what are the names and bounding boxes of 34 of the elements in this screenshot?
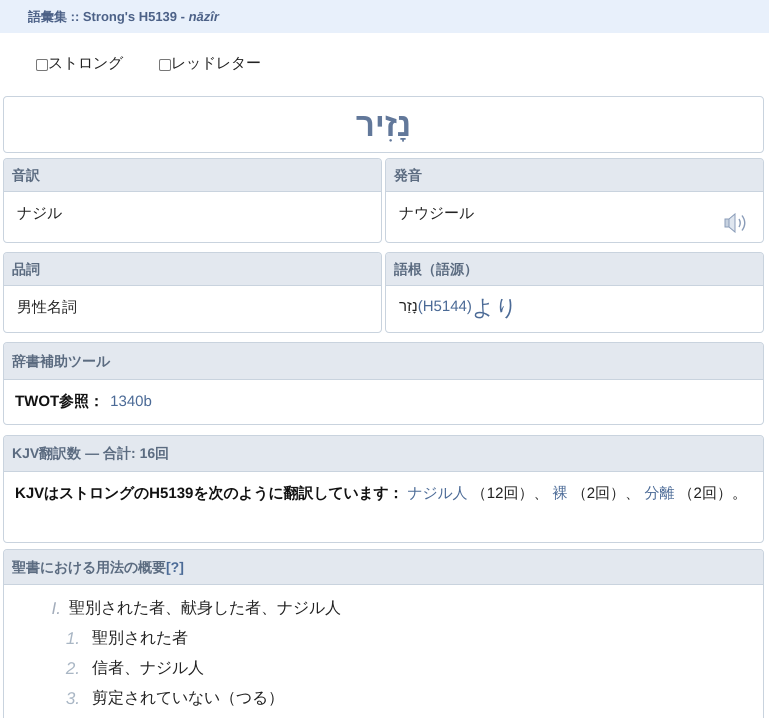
card-title: 語根（語源） — [394, 260, 478, 279]
outline-item: 聖別された者 — [92, 628, 188, 649]
help-link[interactable]: [?] — [166, 556, 184, 578]
root-suffix-link[interactable]: より — [472, 290, 518, 324]
hebrew-headword: נָזִיר — [356, 108, 412, 141]
card-title: 聖書における用法の概要 — [12, 558, 166, 577]
card-title: 品詞 — [12, 260, 40, 278]
twot-link[interactable]: 1340b — [110, 390, 152, 414]
checkbox-option[interactable]: ストロング — [36, 53, 123, 76]
card-value: 男性名詞 — [17, 298, 77, 318]
card-title: KJV翻訳数 — 合計: 16回 — [12, 444, 170, 463]
card-title: 辞書補助ツール — [12, 352, 110, 370]
checkbox[interactable] — [159, 58, 171, 70]
outline-marker: I. — [50, 598, 62, 620]
card-value: ナウジール — [399, 204, 474, 224]
card-title: 発音 — [394, 166, 422, 184]
twot-label: TWOT参照： — [15, 392, 104, 412]
strongs-link[interactable]: (H5144) — [418, 296, 472, 318]
outline-marker: 3. — [64, 688, 81, 710]
outline-item: 聖別された者、献身した者、ナジル人 — [69, 598, 341, 619]
outline-item: 信者、ナジル人 — [92, 658, 204, 679]
outline-marker: 1. — [64, 628, 81, 650]
hebrew-root: נָזַר — [399, 296, 418, 317]
page-title: 語彙集 :: Strong's H5139 - nāzîr — [28, 8, 219, 26]
kjv-translation-text: KJVはストロングのH5139を次のように翻訳しています： ナジル人 （12回）、 裸 （2回）、 分離 （2回）。 — [14, 484, 748, 504]
card-title: 音訳 — [12, 166, 40, 184]
checkbox[interactable] — [36, 58, 48, 70]
outline-item: 剪定されていない（つる） — [92, 688, 284, 709]
card-value: ナジル — [17, 204, 62, 224]
translation-link[interactable]: 分離 — [644, 485, 674, 502]
translation-link[interactable]: 裸 — [552, 485, 568, 502]
outline-marker: 2. — [64, 658, 81, 680]
translation-link[interactable]: ナジル人 — [408, 485, 468, 502]
checkbox-option[interactable]: レッドレター — [159, 53, 261, 76]
